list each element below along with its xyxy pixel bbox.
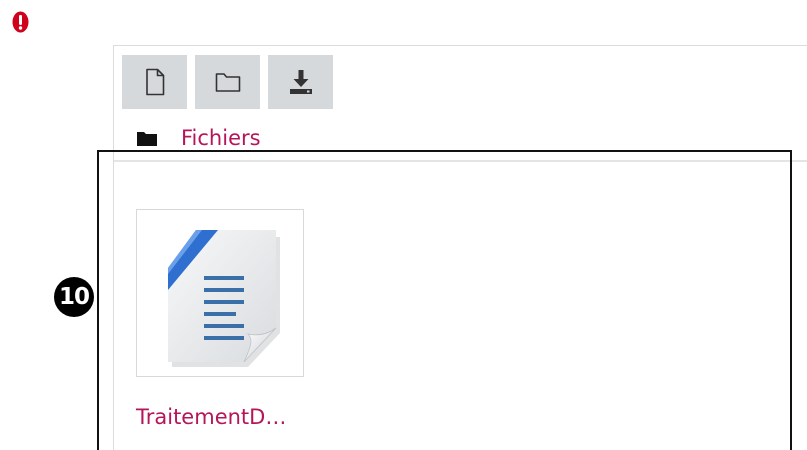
file-picker-page: Fichiers TraitementD… 10 [0, 0, 807, 450]
folder-icon [215, 73, 240, 92]
download-all-button[interactable] [268, 55, 333, 109]
file-manager-toolbar [122, 55, 333, 109]
step-number-badge: 10 [54, 277, 94, 317]
file-name[interactable]: TraitementD… [136, 407, 356, 428]
file-item[interactable]: TraitementD… [136, 209, 356, 428]
breadcrumb-root-link[interactable]: Fichiers [181, 127, 261, 149]
folder-solid-icon [137, 131, 157, 146]
file-thumbnail[interactable] [136, 209, 304, 377]
file-icon [145, 68, 164, 96]
breadcrumb: Fichiers [137, 123, 261, 153]
create-folder-button[interactable] [195, 55, 260, 109]
add-file-button[interactable] [122, 55, 187, 109]
file-list-area: TraitementD… [114, 162, 807, 450]
error-icon [12, 11, 29, 33]
download-icon [289, 70, 312, 94]
text-document-icon [168, 230, 280, 367]
file-manager-panel: Fichiers TraitementD… [113, 45, 807, 450]
